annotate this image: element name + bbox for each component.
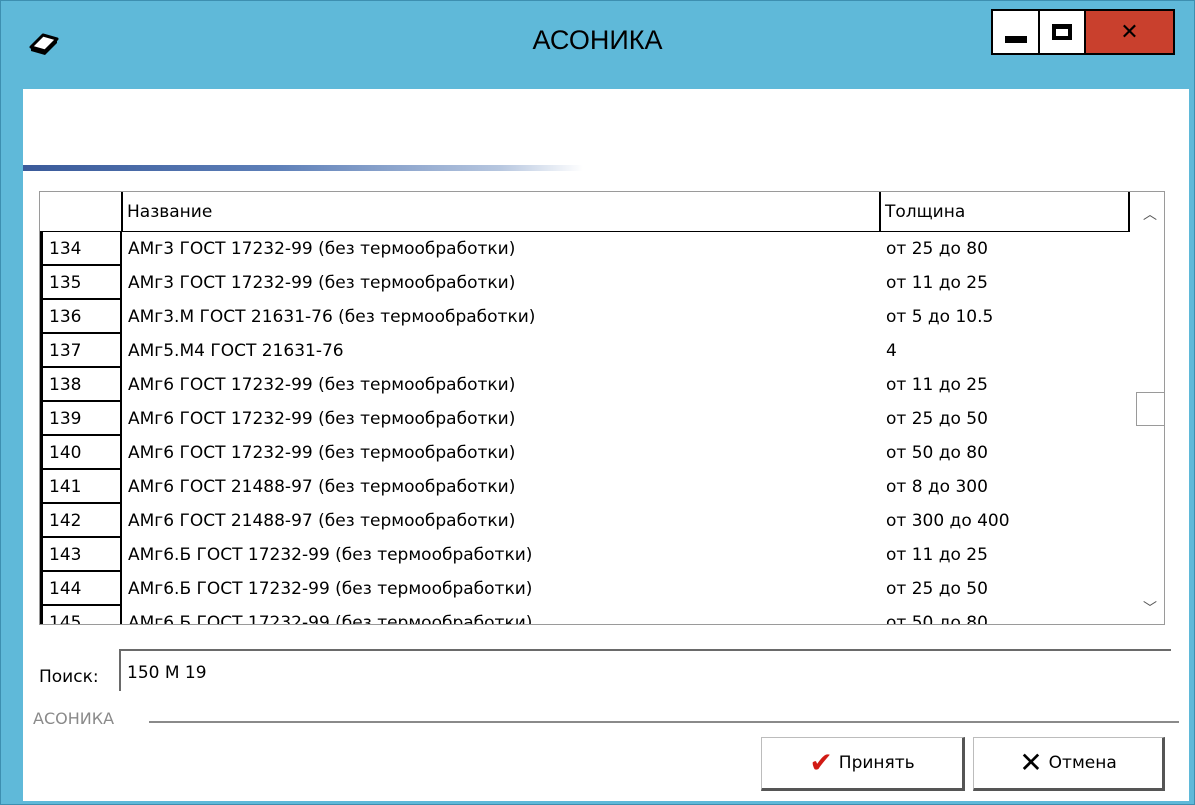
row-number: 134 — [40, 232, 122, 266]
row-number: 138 — [40, 368, 122, 402]
progress-bar — [23, 165, 583, 171]
title-bar[interactable]: АСОНИКА ✕ — [1, 1, 1194, 89]
row-name: АМг6 ГОСТ 17232-99 (без термообработки) — [128, 375, 516, 395]
maximize-button[interactable] — [1038, 9, 1086, 55]
table-row[interactable]: 143 АМг6.Б ГОСТ 17232-99 (без термообраб… — [40, 538, 1130, 572]
table-row[interactable]: 141 АМг6 ГОСТ 21488-97 (без термообработ… — [40, 470, 1130, 504]
row-number: 139 — [40, 402, 122, 436]
row-number: 143 — [40, 538, 122, 572]
table-row[interactable]: 135 АМг3 ГОСТ 17232-99 (без термообработ… — [40, 266, 1130, 300]
table-row[interactable]: 144 АМг6.Б ГОСТ 17232-99 (без термообраб… — [40, 572, 1130, 606]
row-thickness: от 25 до 50 — [886, 409, 988, 429]
search-label: Поиск: — [39, 667, 99, 687]
vertical-scrollbar[interactable]: ︿ ﹀ — [1134, 192, 1164, 624]
x-icon: ✕ — [1019, 746, 1043, 779]
row-name: АМг6 ГОСТ 21488-97 (без термообработки) — [128, 511, 516, 531]
dialog-window: АСОНИКА ✕ Название Толщина 134 АМг3 ГОСТ… — [0, 0, 1195, 805]
row-thickness: от 25 до 50 — [886, 579, 988, 599]
table-row[interactable]: 142 АМг6 ГОСТ 21488-97 (без термообработ… — [40, 504, 1130, 538]
row-thickness: от 5 до 10.5 — [886, 307, 994, 327]
table-row[interactable]: 137 АМг5.М4 ГОСТ 21631-76 4 — [40, 334, 1130, 368]
row-thickness: от 25 до 80 — [886, 239, 988, 259]
column-header-thickness[interactable]: Толщина — [880, 192, 1130, 232]
row-name: АМг5.М4 ГОСТ 21631-76 — [128, 341, 344, 361]
row-thickness: от 11 до 25 — [886, 545, 988, 565]
row-number: 141 — [40, 470, 122, 504]
table-header: Название Толщина — [40, 192, 1130, 232]
scrollbar-thumb[interactable] — [1136, 392, 1164, 426]
row-number: 145 — [40, 606, 122, 624]
row-name: АМг6 ГОСТ 21488-97 (без термообработки) — [128, 477, 516, 497]
row-number: 137 — [40, 334, 122, 368]
close-icon: ✕ — [1120, 19, 1139, 45]
materials-table[interactable]: Название Толщина 134 АМг3 ГОСТ 17232-99 … — [39, 191, 1165, 625]
row-name: АМг3.М ГОСТ 21631-76 (без термообработки… — [128, 307, 536, 327]
row-number: 140 — [40, 436, 122, 470]
table-row[interactable]: 136 АМг3.М ГОСТ 21631-76 (без термообраб… — [40, 300, 1130, 334]
chevron-up-icon[interactable]: ︿ — [1140, 204, 1160, 223]
dialog-content: Название Толщина 134 АМг3 ГОСТ 17232-99 … — [23, 89, 1189, 801]
table-row[interactable]: 145 АМг6.Б ГОСТ 17232-99 (без термообраб… — [40, 606, 1130, 625]
row-name: АМг3 ГОСТ 17232-99 (без термообработки) — [128, 273, 516, 293]
chevron-down-icon[interactable]: ﹀ — [1140, 598, 1160, 617]
maximize-icon — [1052, 24, 1072, 40]
table-row[interactable]: 140 АМг6 ГОСТ 17232-99 (без термообработ… — [40, 436, 1130, 470]
row-name: АМг6.Б ГОСТ 17232-99 (без термообработки… — [128, 579, 533, 599]
row-name: АМг6.Б ГОСТ 17232-99 (без термообработки… — [128, 613, 533, 625]
row-thickness: от 8 до 300 — [886, 477, 988, 497]
row-name: АМг6.Б ГОСТ 17232-99 (без термообработки… — [128, 545, 533, 565]
table-body: 134 АМг3 ГОСТ 17232-99 (без термообработ… — [40, 232, 1130, 625]
row-thickness: от 50 до 80 — [886, 443, 988, 463]
column-header-number[interactable] — [40, 192, 122, 232]
table-row[interactable]: 134 АМг3 ГОСТ 17232-99 (без термообработ… — [40, 232, 1130, 266]
cancel-button[interactable]: ✕ Отмена — [973, 737, 1165, 791]
accept-button-label: Принять — [838, 753, 915, 773]
row-thickness: от 300 до 400 — [886, 511, 1010, 531]
row-thickness: от 11 до 25 — [886, 375, 988, 395]
row-number: 136 — [40, 300, 122, 334]
row-number: 144 — [40, 572, 122, 606]
close-button[interactable]: ✕ — [1085, 9, 1175, 55]
cancel-button-label: Отмена — [1048, 753, 1117, 773]
group-divider — [149, 721, 1179, 723]
row-thickness: от 50 до 80 — [886, 613, 988, 625]
row-name: АМг3 ГОСТ 17232-99 (без термообработки) — [128, 239, 516, 259]
row-thickness: 4 — [886, 341, 897, 361]
row-name: АМг6 ГОСТ 17232-99 (без термообработки) — [128, 443, 516, 463]
column-header-name[interactable]: Название — [122, 192, 880, 232]
row-number: 142 — [40, 504, 122, 538]
minimize-button[interactable] — [991, 9, 1039, 55]
group-label: АСОНИКА — [33, 709, 121, 728]
table-row[interactable]: 138 АМг6 ГОСТ 17232-99 (без термообработ… — [40, 368, 1130, 402]
checkmark-icon: ✔ — [809, 746, 833, 779]
row-name: АМг6 ГОСТ 17232-99 (без термообработки) — [128, 409, 516, 429]
minimize-icon — [1004, 35, 1027, 43]
search-input[interactable]: 150 М 19 — [119, 649, 1171, 691]
table-row[interactable]: 139 АМг6 ГОСТ 17232-99 (без термообработ… — [40, 402, 1130, 436]
row-number: 135 — [40, 266, 122, 300]
accept-button[interactable]: ✔ Принять — [761, 737, 965, 791]
row-thickness: от 11 до 25 — [886, 273, 988, 293]
